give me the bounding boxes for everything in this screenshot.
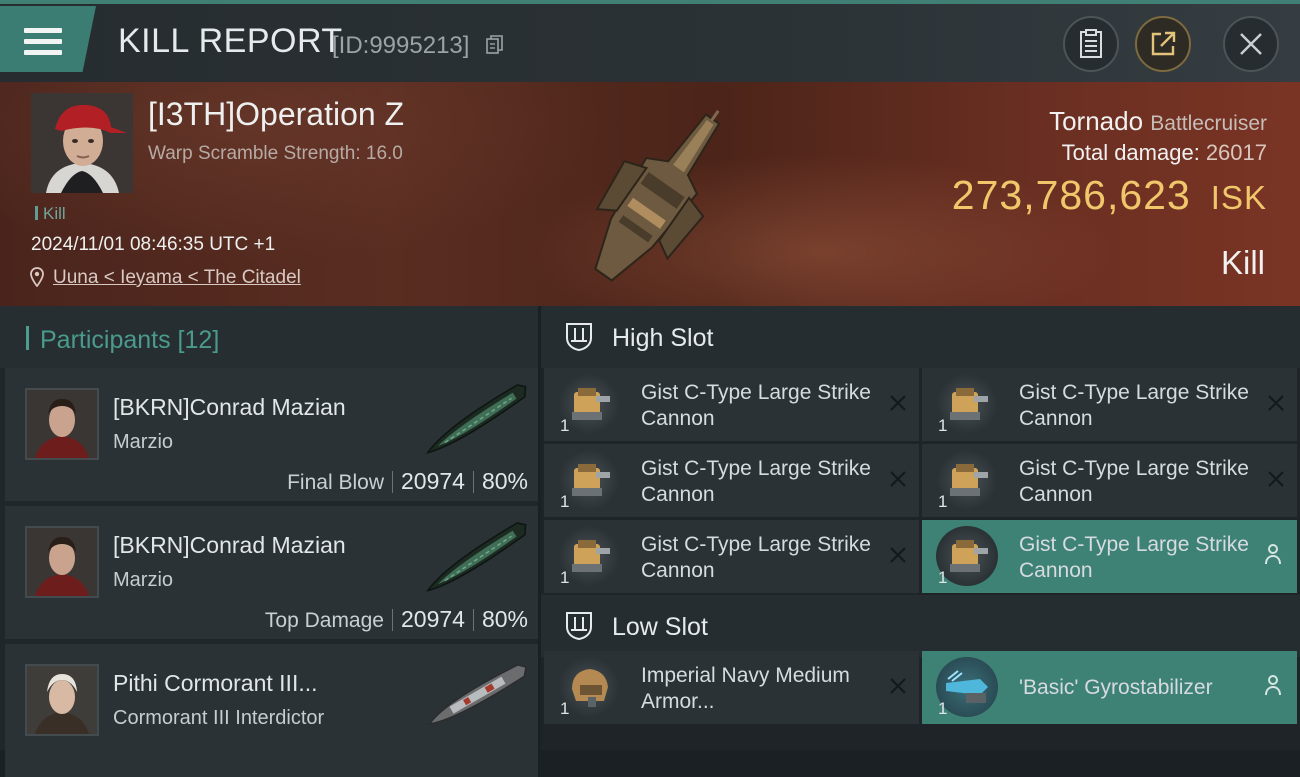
module-item[interactable]: 1 Gist C-Type Large Strike Cannon — [544, 520, 919, 593]
warp-scramble-strength: Warp Scramble Strength: 16.0 — [148, 143, 403, 164]
module-name: Gist C-Type Large Strike Cannon — [1019, 457, 1249, 506]
participant-damage: 20974 — [400, 468, 465, 494]
module-item[interactable]: 1 Gist C-Type Large Strike Cannon — [922, 444, 1297, 517]
participant-avatar — [25, 388, 99, 460]
participant-damage: 20974 — [400, 606, 465, 632]
module-qty: 1 — [938, 568, 948, 587]
page-title: KILL REPORT — [118, 22, 343, 60]
ship-name: Tornado — [1049, 106, 1144, 136]
participant-percent: 80% — [481, 468, 528, 494]
participant-role: Top Damage — [264, 609, 384, 632]
isk-value: 273,786,623 ISK — [952, 172, 1267, 219]
module-name: 'Basic' Gyrostabilizer — [1019, 676, 1213, 699]
participant-name: [BKRN]Conrad Mazian — [113, 394, 346, 420]
clipboard-button[interactable] — [1063, 16, 1119, 72]
participant-ship: Marzio — [113, 431, 174, 453]
participant-ship-icon — [425, 384, 527, 454]
participant-ship-icon — [425, 522, 527, 592]
ship-class: Battlecruiser — [1150, 112, 1267, 135]
slot-icon — [566, 612, 592, 641]
close-button[interactable] — [1223, 16, 1279, 72]
participant-row[interactable]: Pithi Cormorant III... Cormorant III Int… — [5, 644, 538, 777]
copy-icon[interactable] — [486, 35, 504, 55]
total-damage-value: 26017 — [1205, 140, 1267, 165]
participants-title: Participants [12] — [40, 326, 220, 354]
isk-amount: 273,786,623 — [951, 172, 1191, 218]
x-icon — [890, 471, 906, 487]
kill-tag-label: Kill — [43, 204, 66, 223]
participant-stats: Top Damage 20974 80% — [265, 606, 528, 633]
module-name: Gist C-Type Large Strike Cannon — [641, 533, 871, 582]
high-slot-label: High Slot — [612, 324, 714, 352]
person-icon — [1265, 544, 1281, 565]
module-name: Gist C-Type Large Strike Cannon — [1019, 381, 1249, 430]
fitting-panel: High Slot 1 Gist C-Type Large Strike Can… — [541, 306, 1300, 750]
participant-ship: Cormorant III Interdictor — [113, 707, 325, 729]
victim-avatar[interactable] — [31, 93, 133, 193]
participant-percent: 80% — [481, 606, 528, 632]
location-pin-icon — [30, 267, 44, 287]
total-damage-label: Total damage: — [1061, 140, 1200, 165]
module-qty: 1 — [560, 568, 570, 587]
module-item-selected[interactable]: 1 Gist C-Type Large Strike Cannon — [922, 520, 1297, 593]
slot-icon — [566, 323, 592, 352]
module-item-selected[interactable]: 1 'Basic' Gyrostabilizer — [922, 651, 1297, 724]
participants-header: Participants [12] — [0, 306, 538, 368]
header-bar: KILL REPORT [ID:9995213] — [0, 0, 1300, 82]
module-qty: 1 — [938, 699, 948, 718]
participant-stats: Final Blow 20974 80% — [287, 468, 528, 495]
header-accent-line — [0, 0, 1300, 4]
menu-icon — [24, 28, 62, 58]
share-icon — [1151, 31, 1176, 56]
module-name: Gist C-Type Large Strike Cannon — [641, 457, 871, 506]
module-qty: 1 — [560, 492, 570, 511]
isk-unit: ISK — [1210, 179, 1267, 216]
module-name: Imperial Navy Medium Armor... — [641, 664, 850, 713]
participant-avatar — [25, 664, 99, 736]
participant-name: Pithi Cormorant III... — [113, 670, 318, 696]
module-item[interactable]: 1 Imperial Navy Medium Armor... — [544, 651, 919, 724]
total-damage: Total damage: 26017 — [1062, 140, 1267, 166]
location-link[interactable]: Uuna < Ieyama < The Citadel — [53, 267, 301, 289]
module-item[interactable]: 1 Gist C-Type Large Strike Cannon — [922, 368, 1297, 441]
victim-ship: Tornado Battlecruiser — [1049, 106, 1267, 137]
x-icon — [1268, 471, 1284, 487]
participant-name: [BKRN]Conrad Mazian — [113, 532, 346, 558]
victim-pilot-name[interactable]: [I3TH]Operation Z — [148, 96, 404, 133]
close-icon — [1240, 33, 1262, 55]
person-icon — [1265, 675, 1281, 696]
low-slot-header: Low Slot — [541, 595, 1300, 657]
result-label: Kill — [1220, 244, 1265, 281]
ship-image — [594, 110, 721, 282]
module-item[interactable]: 1 Gist C-Type Large Strike Cannon — [544, 444, 919, 517]
participant-row[interactable]: [BKRN]Conrad Mazian Marzio Final Blow 209… — [5, 368, 538, 501]
module-qty: 1 — [938, 416, 948, 435]
x-icon — [1268, 395, 1284, 411]
x-icon — [890, 678, 906, 694]
report-id: [ID:9995213] — [332, 32, 470, 59]
menu-button[interactable] — [0, 6, 96, 72]
module-item[interactable]: 1 Gist C-Type Large Strike Cannon — [544, 368, 919, 441]
kill-tag: Kill — [35, 204, 66, 224]
clipboard-icon — [1080, 29, 1102, 58]
module-name: Gist C-Type Large Strike Cannon — [641, 381, 871, 430]
participants-panel: Participants [12] [BKRN]Conrad Mazian Ma… — [0, 306, 538, 777]
kill-datetime: 2024/11/01 08:46:35 UTC +1 — [31, 234, 276, 255]
high-slot-header: High Slot — [541, 306, 1300, 368]
share-button[interactable] — [1135, 16, 1191, 72]
x-icon — [890, 547, 906, 563]
module-qty: 1 — [560, 416, 570, 435]
module-qty: 1 — [560, 699, 570, 718]
victim-banner: [I3TH]Operation Z Warp Scramble Strength… — [0, 82, 1300, 306]
x-icon — [890, 395, 906, 411]
low-slot-label: Low Slot — [612, 613, 708, 641]
module-qty: 1 — [938, 492, 948, 511]
participant-avatar — [25, 526, 99, 598]
participant-ship-icon — [427, 664, 527, 726]
module-name: Gist C-Type Large Strike Cannon — [1019, 533, 1249, 582]
participant-row[interactable]: [BKRN]Conrad Mazian Marzio Top Damage 209… — [5, 506, 538, 639]
participant-ship: Marzio — [113, 569, 174, 591]
participant-role: Final Blow — [287, 471, 384, 494]
